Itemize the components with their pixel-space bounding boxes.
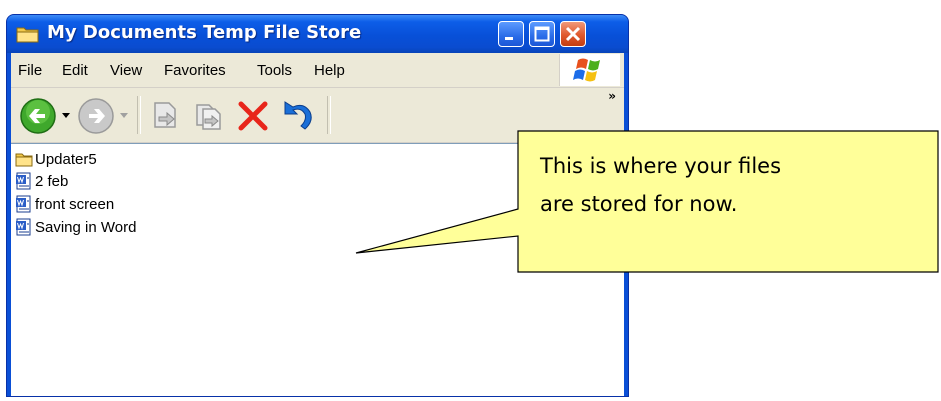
callout-line: are stored for now. (540, 192, 738, 216)
callout-line: This is where your files (540, 154, 782, 178)
callout-text: This is where your files are stored for … (540, 147, 920, 223)
